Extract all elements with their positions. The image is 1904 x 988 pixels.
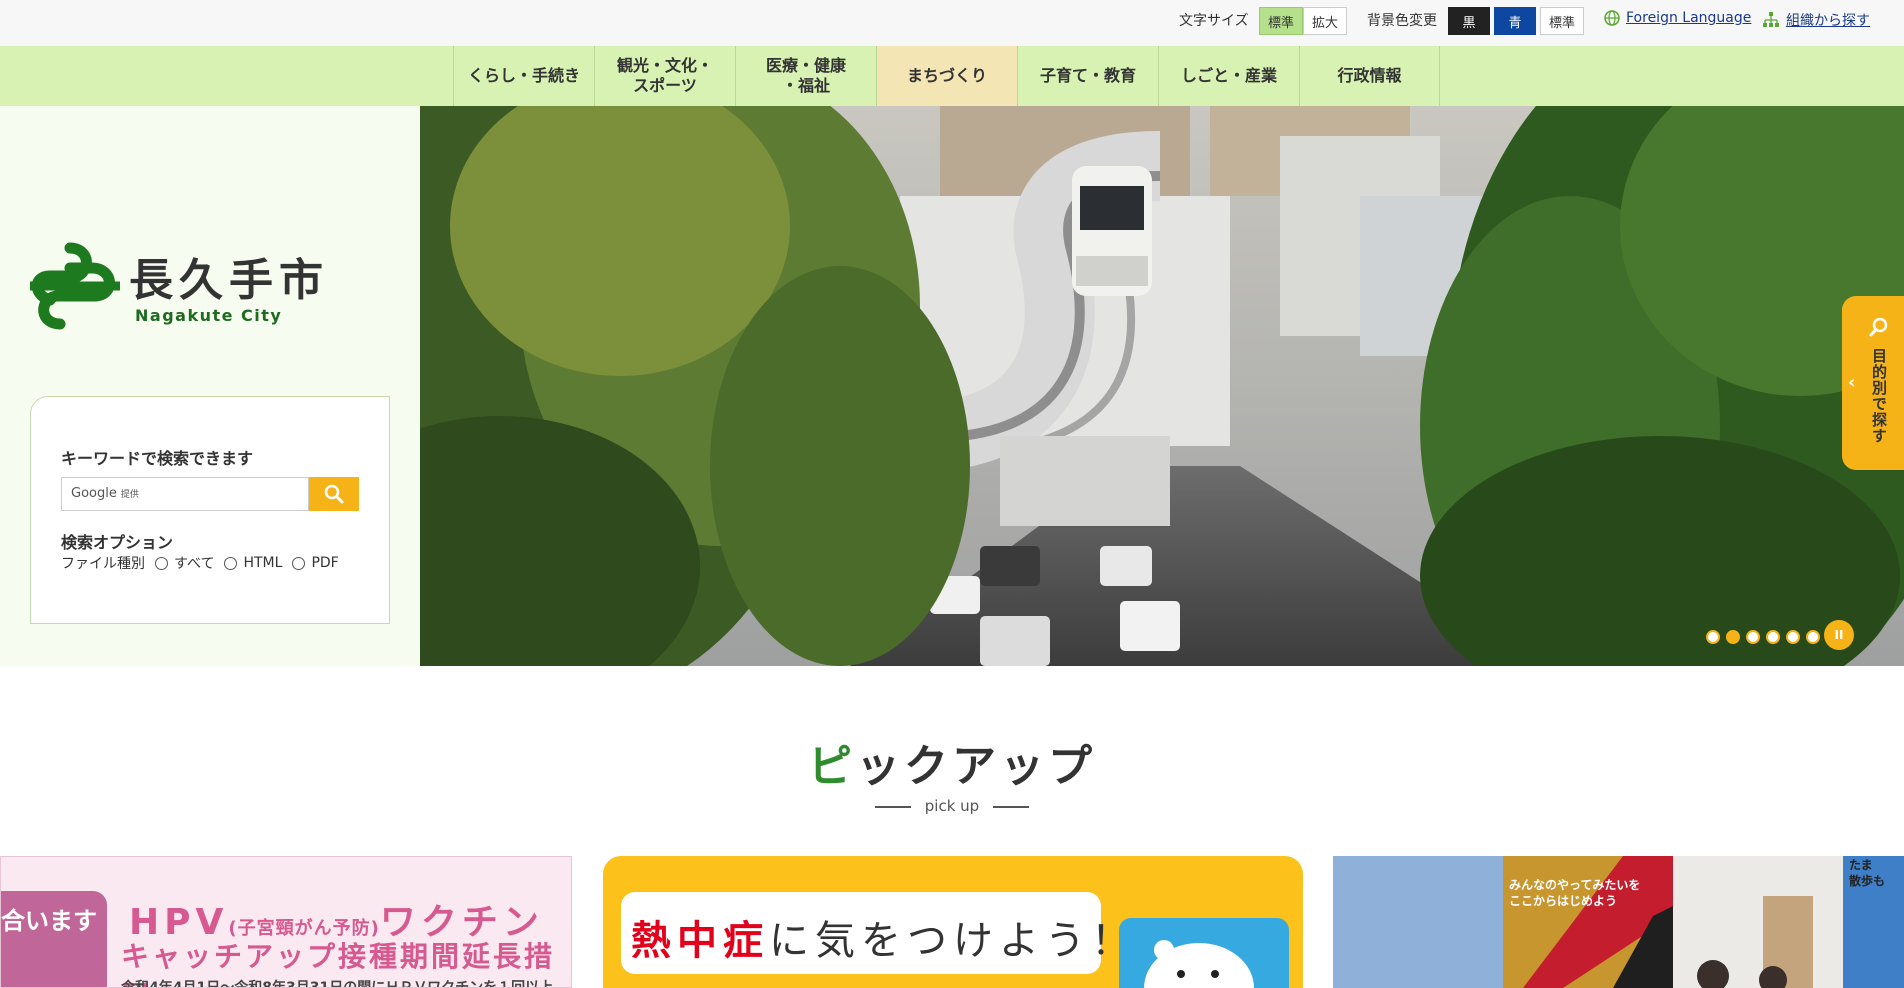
search-options-title: 検索オプション <box>61 533 174 552</box>
file-type-options: ファイル種別 すべて HTML PDF <box>61 553 339 573</box>
pickup-card-heatstroke[interactable]: 熱中症に気をつけよう！ <box>603 856 1303 988</box>
purpose-search-label: 目的別で探す <box>1870 348 1888 444</box>
card3-ribbon-graphic <box>1523 856 1673 988</box>
bg-blue-button[interactable]: 青 <box>1494 7 1536 35</box>
card1-left-text: 合います <box>1 907 97 935</box>
nav-item-living[interactable]: くらし・手続き <box>453 46 594 106</box>
card3-gold-photo: みんなのやってみたいを ここからはじめよう <box>1503 856 1673 988</box>
bg-color-label: 背景色変更 <box>1367 13 1437 29</box>
nav-item-health[interactable]: 医療・健康 ・福祉 <box>735 46 876 106</box>
file-type-label: ファイル種別 <box>61 556 145 572</box>
search-title: キーワードで検索できます <box>61 449 254 468</box>
hero-slideshow: II <box>420 106 1904 666</box>
slide-dot[interactable] <box>1786 630 1800 644</box>
bg-black-button[interactable]: 黒 <box>1448 7 1490 35</box>
pause-button[interactable]: II <box>1824 620 1854 650</box>
nav-item-work[interactable]: しごと・産業 <box>1158 46 1299 106</box>
city-emblem-icon <box>30 242 120 330</box>
bg-standard-button[interactable]: 標準 <box>1540 7 1584 35</box>
radio-html[interactable] <box>224 556 238 570</box>
search-button[interactable] <box>309 477 359 511</box>
slide-dot[interactable] <box>1706 630 1720 644</box>
pickup-card-hpv[interactable]: 合います HPV(子宮頸がん予防)ワクチン キャッチアップ接種期間延長措置 令和… <box>0 856 572 988</box>
search-box: キーワードで検索できます Google 提供 検索オプション ファイル種別 すべて… <box>30 396 390 624</box>
city-logo[interactable]: 長久手市 Nagakute City <box>30 236 350 336</box>
nav-item-administration[interactable]: 行政情報 <box>1299 46 1440 106</box>
option-all-label: すべて <box>174 556 215 572</box>
pickup-heading: ピックアップ <box>808 741 1096 792</box>
font-large-button[interactable]: 拡大 <box>1303 7 1347 35</box>
pickup-subheading: pick up <box>0 797 1904 815</box>
pickup-card-community[interactable]: みんなのやってみたいを ここからはじめよう たま 散歩も <box>1333 856 1904 988</box>
search-input[interactable] <box>61 477 309 511</box>
global-nav: くらし・手続き 観光・文化・ スポーツ 医療・健康 ・福祉 まちづくり 子育て・… <box>0 46 1904 106</box>
hero-photo-monorail <box>420 106 1904 666</box>
org-search-link[interactable]: 組織から探す <box>1762 10 1870 30</box>
card1-small-text: 令和4年4月1日〜令和8年3月31日の間にＨＰＶワクチンを１回以上 <box>121 980 554 988</box>
card3-room-graphic <box>1697 896 1813 988</box>
top-utility-bar: 文字サイズ 標準 拡大 背景色変更 黒 青 標準 Foreign Languag… <box>0 0 1904 46</box>
nav-item-tourism[interactable]: 観光・文化・ スポーツ <box>594 46 735 106</box>
slide-dot[interactable] <box>1806 630 1820 644</box>
globe-icon <box>1604 10 1620 26</box>
chevron-left-icon: ‹ <box>1848 372 1856 393</box>
logo-english-text: Nagakute City <box>135 306 283 325</box>
foreign-language-link[interactable]: Foreign Language <box>1604 10 1751 26</box>
nav-item-childcare[interactable]: 子育て・教育 <box>1017 46 1158 106</box>
polar-bear-illustration <box>1119 918 1289 988</box>
radio-pdf[interactable] <box>292 556 306 570</box>
slide-dot-active[interactable] <box>1726 630 1740 644</box>
card3-blue-photo: たま 散歩も <box>1843 856 1904 988</box>
purpose-search-tab[interactable]: ‹ 目的別で探す <box>1842 296 1904 470</box>
left-panel: 長久手市 Nagakute City キーワードで検索できます Google 提供… <box>0 106 420 666</box>
font-size-label: 文字サイズ <box>1179 13 1249 29</box>
radio-all[interactable] <box>155 556 168 570</box>
nav-item-town-planning[interactable]: まちづくり <box>876 46 1017 106</box>
card2-text: 熱中症に気をつけよう！ <box>631 917 1137 964</box>
org-search-label: 組織から探す <box>1786 13 1870 29</box>
slide-dot[interactable] <box>1766 630 1780 644</box>
slide-indicators <box>1706 630 1820 644</box>
search-icon <box>1869 317 1888 337</box>
org-chart-icon <box>1763 12 1779 27</box>
logo-kanji-text: 長久手市 <box>129 255 329 306</box>
card3-text-a: みんなのやってみたいを ここからはじめよう <box>1509 878 1641 908</box>
slide-dot[interactable] <box>1746 630 1760 644</box>
font-standard-button[interactable]: 標準 <box>1259 7 1303 35</box>
option-pdf-label: PDF <box>311 555 339 571</box>
foreign-language-label: Foreign Language <box>1626 10 1752 26</box>
card3-room-photo <box>1673 856 1843 988</box>
card3-sky-photo <box>1333 856 1503 988</box>
card3-text-b: たま 散歩も <box>1849 858 1886 888</box>
search-icon <box>324 484 344 504</box>
option-html-label: HTML <box>243 555 283 571</box>
polar-bear-icon <box>1144 940 1254 988</box>
